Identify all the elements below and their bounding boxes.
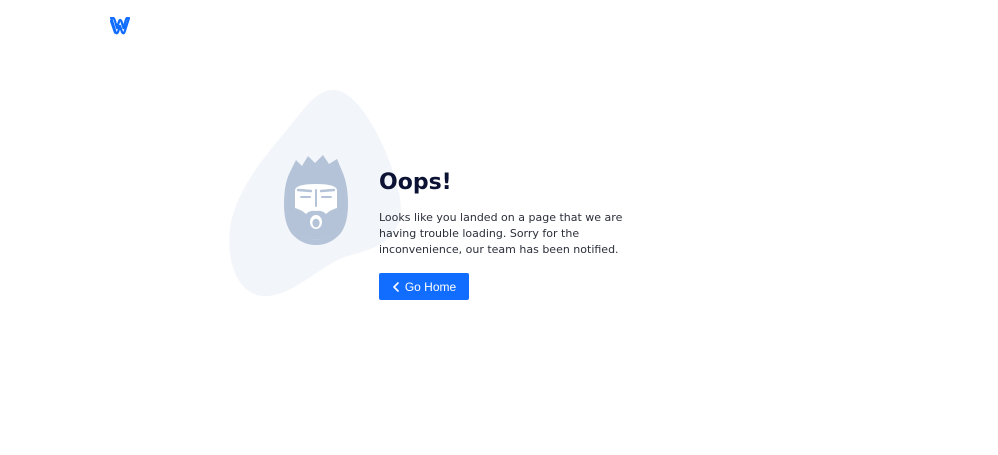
weebly-logo-icon[interactable] <box>110 17 130 35</box>
go-home-button[interactable]: Go Home <box>379 273 469 300</box>
error-title: Oops! <box>379 170 452 195</box>
error-message: Looks like you landed on a page that we … <box>379 211 623 256</box>
surprised-face-icon <box>284 155 348 245</box>
chevron-left-icon <box>393 281 399 292</box>
error-page: Oops! Looks like you landed on a page th… <box>0 0 998 455</box>
error-content: Oops! Looks like you landed on a page th… <box>379 168 649 300</box>
go-home-label: Go Home <box>404 279 457 294</box>
